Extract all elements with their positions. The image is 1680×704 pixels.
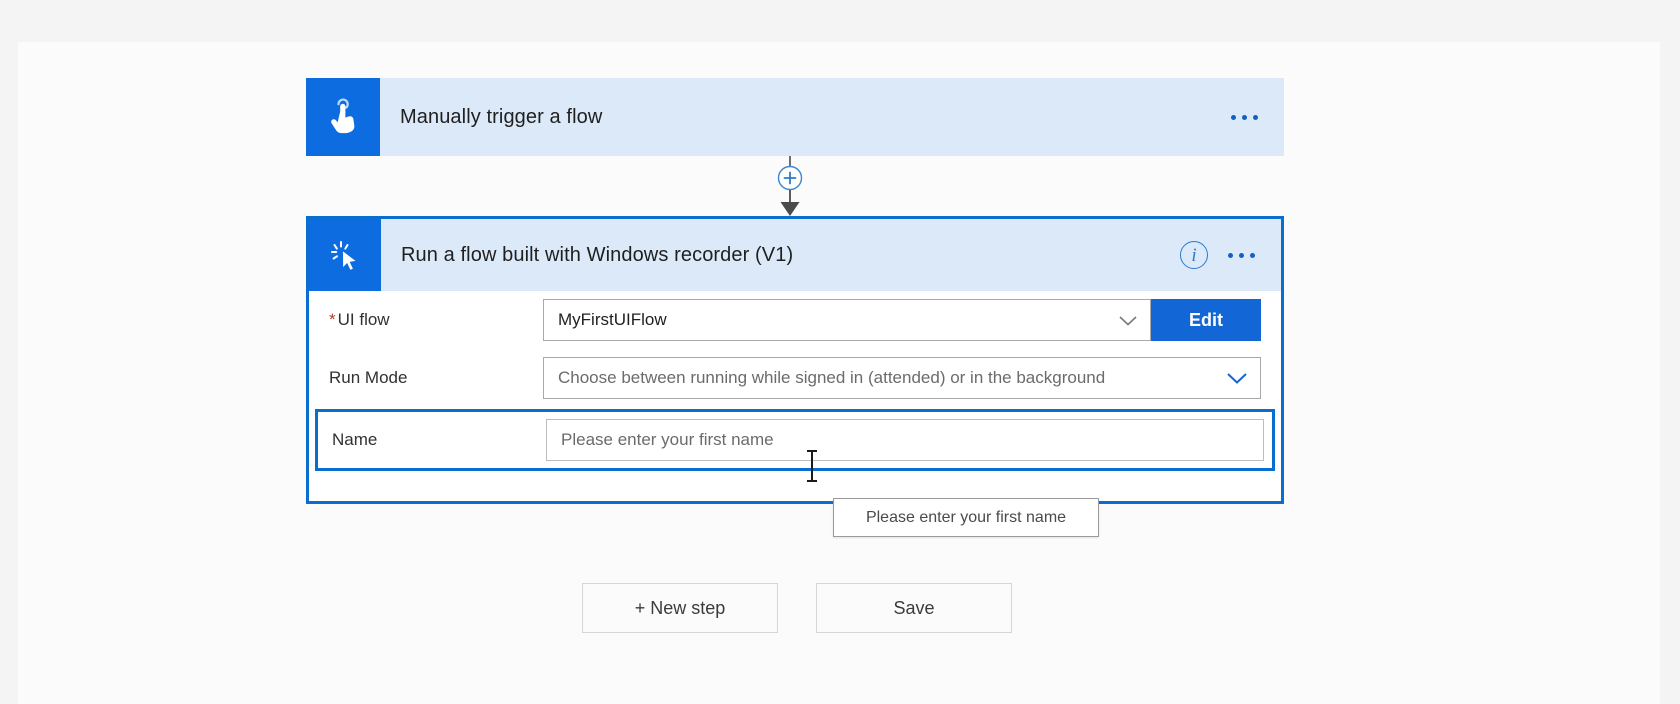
name-label: Name — [332, 430, 378, 449]
action-title: Run a flow built with Windows recorder (… — [401, 243, 794, 266]
required-marker: * — [329, 310, 336, 329]
ellipsis-icon[interactable] — [1227, 109, 1262, 126]
ellipsis-icon[interactable] — [1224, 247, 1259, 264]
form-row-ui-flow: * UI flow MyFirstUIFlow Edit — [309, 291, 1281, 349]
tooltip: Please enter your first name — [833, 498, 1099, 537]
action-header-actions: i — [1180, 219, 1281, 291]
ui-flow-label: * UI flow — [329, 310, 543, 330]
trigger-card[interactable]: Manually trigger a flow — [306, 78, 1284, 156]
chevron-down-icon[interactable] — [1118, 314, 1138, 327]
designer-footer: + New step Save — [582, 583, 1012, 633]
text-cursor-icon — [805, 449, 819, 483]
run-mode-placeholder: Choose between running while signed in (… — [558, 368, 1106, 387]
right-rail — [1660, 42, 1680, 704]
new-step-button[interactable]: + New step — [582, 583, 778, 633]
ui-flow-control: MyFirstUIFlow Edit — [543, 299, 1261, 341]
form-row-run-mode: Run Mode Choose between running while si… — [309, 349, 1281, 407]
name-placeholder: Please enter your first name — [561, 430, 774, 449]
run-mode-dropdown[interactable]: Choose between running while signed in (… — [543, 357, 1261, 399]
action-card-header[interactable]: Run a flow built with Windows recorder (… — [309, 219, 1281, 291]
run-mode-control: Choose between running while signed in (… — [543, 357, 1261, 399]
edit-button[interactable]: Edit — [1151, 299, 1261, 341]
ui-flow-dropdown[interactable]: MyFirstUIFlow — [543, 299, 1151, 341]
step-connector — [762, 156, 818, 218]
form-row-name: Name Please enter your first name — [315, 409, 1275, 471]
left-rail — [0, 42, 18, 704]
cursor-click-icon — [309, 219, 381, 291]
trigger-title: Manually trigger a flow — [400, 105, 603, 128]
action-form: * UI flow MyFirstUIFlow Edit Run Mode Ch… — [309, 291, 1281, 471]
name-control: Please enter your first name — [546, 419, 1264, 461]
flow-designer-canvas: Manually trigger a flow Run a flow built… — [0, 0, 1680, 704]
trigger-actions — [1227, 78, 1284, 156]
save-button[interactable]: Save — [816, 583, 1012, 633]
action-card-run-ui-flow[interactable]: Run a flow built with Windows recorder (… — [306, 216, 1284, 504]
top-chrome-strip — [0, 0, 1680, 42]
chevron-down-icon[interactable] — [1226, 371, 1248, 385]
name-input[interactable]: Please enter your first name — [546, 419, 1264, 461]
ui-flow-label-text: UI flow — [337, 310, 390, 329]
run-mode-label: Run Mode — [329, 368, 408, 387]
ui-flow-value: MyFirstUIFlow — [558, 310, 667, 329]
info-icon[interactable]: i — [1180, 241, 1208, 269]
touch-hand-icon — [306, 78, 380, 156]
